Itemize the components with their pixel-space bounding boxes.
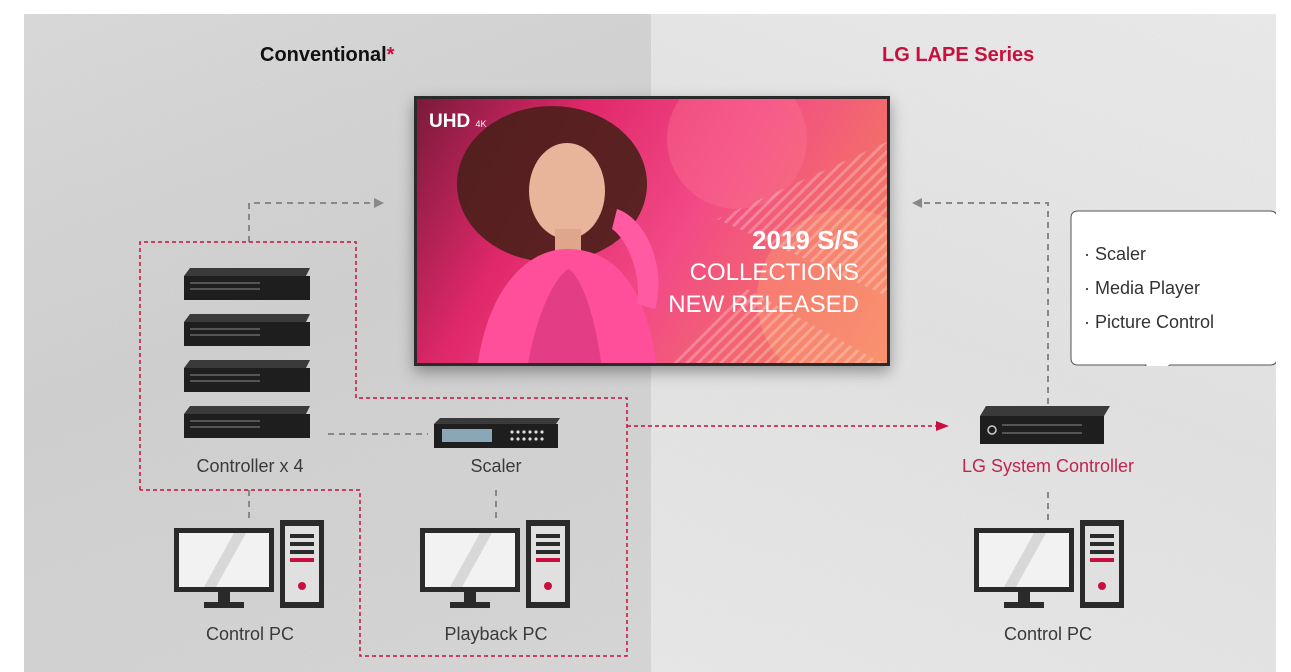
uhd-display: UHD 4K 2019 S/S COLLECTIONS NEW RELEASED [414,96,890,366]
arrow-to-screen-right [912,198,922,208]
controller-stack [184,268,310,438]
playback-pc-label: Playback PC [444,624,548,644]
feature-item-scaler: · Scaler [1084,244,1147,264]
controllers-to-screen-line [248,202,374,242]
scaler-device [434,418,560,448]
display-line-2: COLLECTIONS [689,259,859,286]
arrow-to-screen-left [374,198,384,208]
scaler-label: Scaler [470,456,522,476]
lg-system-controller-device [980,406,1110,444]
control-pc-right-label: Control PC [1003,624,1093,644]
display-line-3: NEW RELEASED [668,291,859,318]
controller-unit [184,360,310,392]
replacement-arrow-head [936,421,949,431]
uhd-badge: UHD 4K [429,111,486,133]
display-headline: 2019 S/S [752,225,859,255]
lg-controller-to-screen-line [922,202,1049,404]
diagram-canvas: Conventional* LG LAPE Series Controller … [24,14,1276,672]
control-pc-left [174,520,324,608]
controller-label: Controller x 4 [196,456,304,476]
control-pc-right [974,520,1124,608]
feature-item-picture-control: · Picture Control [1084,312,1215,332]
controller-unit [184,406,310,438]
uhd-badge-sub: 4K [475,119,487,129]
feature-item-media-player: · Media Player [1084,278,1201,298]
playback-pc [420,520,570,608]
controller-unit [184,314,310,346]
controller-unit [184,268,310,300]
lg-system-controller-label: LG System Controller [961,456,1135,476]
control-pc-left-label: Control PC [205,624,295,644]
uhd-badge-text: UHD [429,111,471,132]
